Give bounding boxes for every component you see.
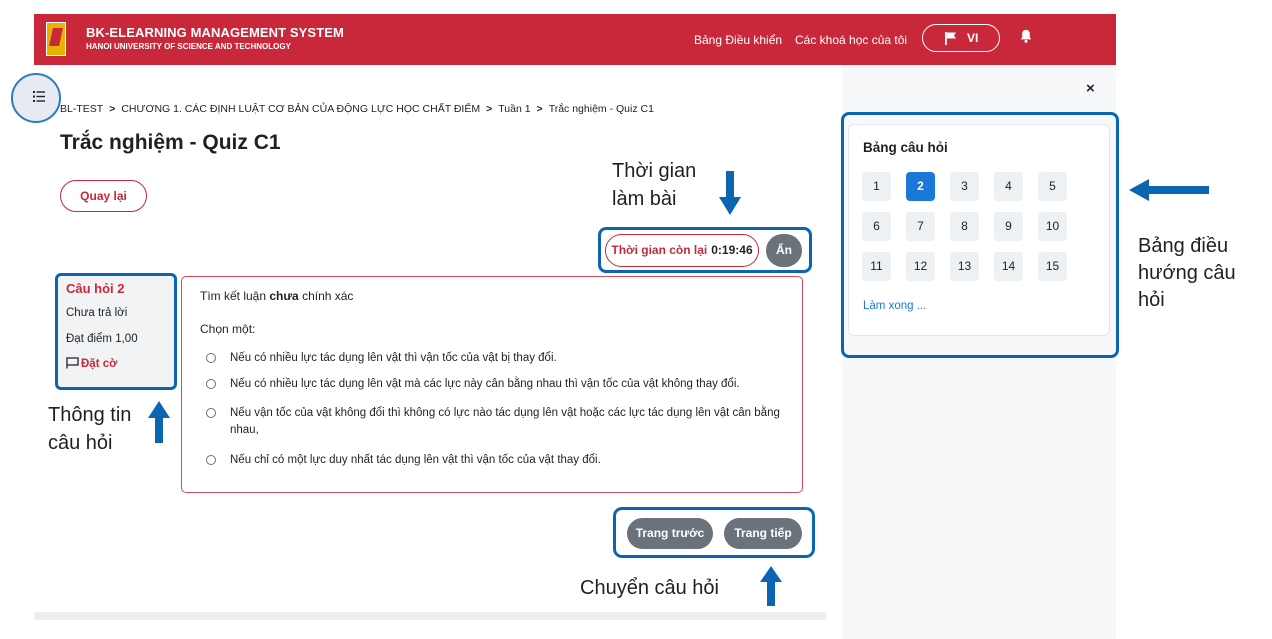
flag-icon (945, 32, 957, 48)
answer-option-label[interactable]: Nếu có nhiều lực tác dụng lên vật thì vậ… (230, 350, 790, 367)
annotation-time-line1: Thời gian (612, 160, 697, 182)
question-nav-button[interactable]: 14 (994, 252, 1023, 281)
nav-my-courses-link[interactable]: Các khoá học của tôi (795, 33, 907, 47)
question-nav-button[interactable]: 12 (906, 252, 935, 281)
question-nav-button[interactable]: 2 (906, 172, 935, 201)
question-nav-button[interactable]: 8 (950, 212, 979, 241)
answer-option-label[interactable]: Nếu có nhiều lực tác dụng lên vật mà các… (230, 376, 790, 393)
quiz-navigation-title: Bảng câu hỏi (863, 140, 948, 155)
question-mark: Đạt điểm 1,00 (66, 333, 138, 345)
university-logo[interactable] (46, 22, 66, 56)
answer-prompt: Chọn một: (200, 322, 256, 336)
annotation-nav-panel-line1: Bảng điều (1138, 235, 1229, 257)
question-nav-button[interactable]: 6 (862, 212, 891, 241)
question-number: Câu hỏi 2 (66, 281, 125, 296)
radio-button[interactable] (206, 455, 216, 465)
question-text-emphasis: chưa (269, 289, 299, 303)
annotation-nav-panel-line3: hỏi (1138, 289, 1165, 311)
breadcrumb-quiz[interactable]: Trắc nghiệm - Quiz C1 (549, 103, 654, 115)
language-label: VI (967, 31, 979, 45)
question-nav-button[interactable]: 13 (950, 252, 979, 281)
list-icon (33, 91, 45, 102)
question-nav-button[interactable]: 11 (862, 252, 891, 281)
brand-title[interactable]: BK-ELEARNING MANAGEMENT SYSTEM (86, 25, 344, 40)
radio-button[interactable] (206, 379, 216, 389)
time-remaining-label: Thời gian còn lại (611, 243, 708, 257)
page-title: Trắc nghiệm - Quiz C1 (60, 131, 281, 154)
question-nav-button[interactable]: 4 (994, 172, 1023, 201)
next-page-button[interactable]: Trang tiếp (724, 518, 802, 549)
question-nav-button[interactable]: 1 (862, 172, 891, 201)
language-selector[interactable]: VI (922, 24, 1000, 52)
question-nav-button[interactable]: 10 (1038, 212, 1067, 241)
answer-option-label[interactable]: Nếu vận tốc của vật không đổi thì không … (230, 405, 790, 439)
notification-bell-icon[interactable] (1020, 29, 1032, 48)
answer-option-label[interactable]: Nếu chỉ có một lực duy nhất tác dụng lên… (230, 452, 790, 469)
question-nav-button[interactable]: 9 (994, 212, 1023, 241)
page-footer-strip (34, 612, 826, 620)
question-text-part: chính xác (298, 289, 354, 303)
arrow-left-icon (1129, 179, 1209, 201)
time-remaining-value: 0:19:46 (711, 243, 753, 257)
flag-outline-icon (66, 357, 79, 369)
breadcrumb-course[interactable]: BL-TEST (60, 103, 103, 115)
annotation-qinfo-line2: câu hỏi (48, 432, 113, 454)
course-index-toggle-button[interactable] (11, 73, 61, 123)
radio-button[interactable] (206, 408, 216, 418)
hide-timer-button[interactable]: Ẩn (766, 234, 802, 267)
time-remaining-display: Thời gian còn lại 0:19:46 (605, 234, 759, 267)
back-button[interactable]: Quay lại (60, 180, 147, 212)
question-nav-button[interactable]: 7 (906, 212, 935, 241)
breadcrumb-separator: > (536, 103, 543, 115)
breadcrumb-chapter[interactable]: CHƯƠNG 1. CÁC ĐỊNH LUẬT CƠ BẢN CỦA ĐỘNG … (121, 103, 480, 115)
nav-dashboard-link[interactable]: Bảng Điều khiển (694, 33, 782, 47)
arrow-up-icon (148, 401, 170, 443)
flag-question-button[interactable]: Đặt cờ (66, 357, 117, 370)
finish-attempt-link[interactable]: Làm xong ... (863, 300, 926, 312)
top-navbar: BK-ELEARNING MANAGEMENT SYSTEM HANOI UNI… (34, 14, 1116, 65)
question-status: Chưa trả lời (66, 307, 128, 319)
question-nav-button[interactable]: 15 (1038, 252, 1067, 281)
question-text: Tìm kết luận chưa chính xác (200, 289, 353, 303)
question-nav-button[interactable]: 5 (1038, 172, 1067, 201)
annotation-nav-panel-line2: hướng câu (1138, 262, 1236, 284)
annotation-move-question: Chuyển câu hỏi (580, 577, 719, 599)
close-drawer-icon[interactable]: × (1086, 80, 1095, 97)
question-text-part: Tìm kết luận (200, 289, 270, 303)
breadcrumb-separator: > (109, 103, 116, 115)
question-nav-button[interactable]: 3 (950, 172, 979, 201)
flag-question-label: Đặt cờ (81, 358, 118, 370)
radio-button[interactable] (206, 353, 216, 363)
arrow-down-icon (719, 171, 741, 215)
previous-page-button[interactable]: Trang trước (627, 518, 713, 549)
annotation-time-line2: làm bài (612, 188, 677, 210)
breadcrumb-week[interactable]: Tuần 1 (498, 103, 530, 115)
breadcrumb-separator: > (486, 103, 493, 115)
brand-subtitle: HANOI UNIVERSITY OF SCIENCE AND TECHNOLO… (86, 42, 291, 51)
arrow-up-icon (760, 566, 782, 606)
annotation-qinfo-line1: Thông tin (48, 404, 132, 426)
breadcrumb: BL-TEST > CHƯƠNG 1. CÁC ĐỊNH LUẬT CƠ BẢN C… (60, 103, 654, 115)
